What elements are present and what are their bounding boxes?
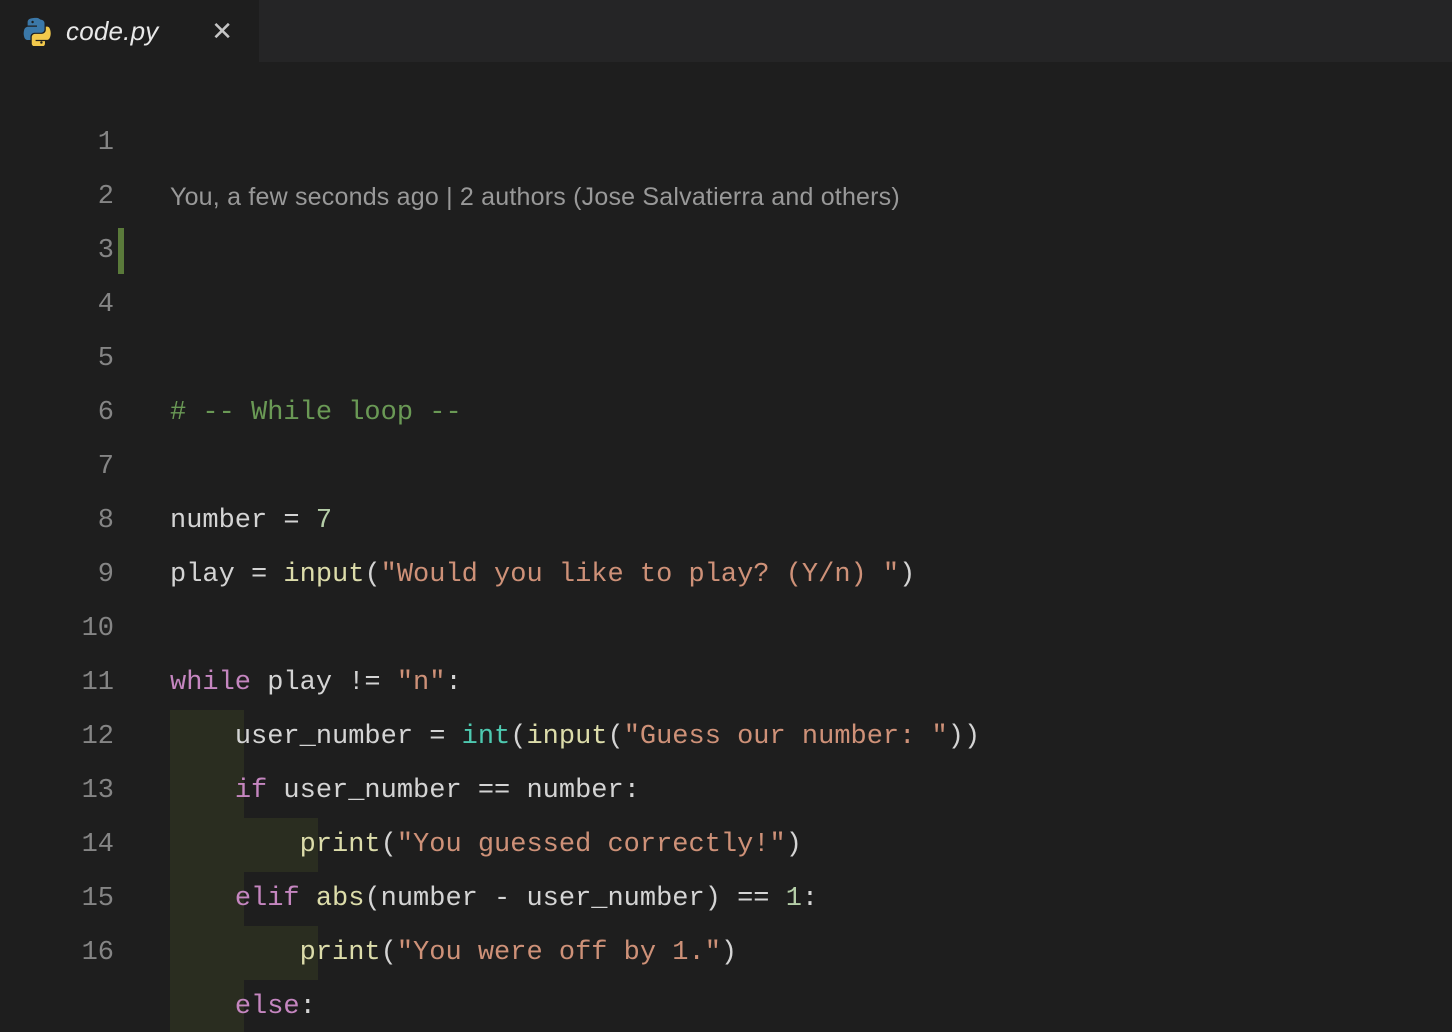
- token-call: input: [526, 722, 607, 752]
- token-func: int: [462, 722, 511, 752]
- token-paren: ): [705, 884, 721, 914]
- line-number: 11: [0, 656, 114, 710]
- python-file-icon: [22, 16, 52, 46]
- token-paren: )): [948, 722, 980, 752]
- token-num: 7: [316, 506, 332, 536]
- code-line-content: # -- While loop --: [170, 398, 462, 428]
- token-op: !=: [348, 668, 397, 698]
- code-line[interactable]: play = input("Would you like to play? (Y…: [170, 548, 1452, 602]
- line-number: 15: [0, 872, 114, 926]
- code-area[interactable]: You, a few seconds ago | 2 authors (Jose…: [150, 62, 1452, 1032]
- token-num: 1: [786, 884, 802, 914]
- line-number: 16: [0, 926, 114, 980]
- token-ident: number: [170, 506, 267, 536]
- code-line-content: play = input("Would you like to play? (Y…: [170, 560, 915, 590]
- line-number: 7: [0, 440, 114, 494]
- codelens-text: You, a few seconds ago | 2 authors (Jose…: [170, 170, 900, 224]
- token-call: print: [300, 938, 381, 968]
- token-str: "You guessed correctly!": [397, 830, 786, 860]
- line-number: 8: [0, 494, 114, 548]
- token-op: =: [413, 722, 462, 752]
- tab-close-button[interactable]: ✕: [205, 14, 239, 48]
- token-op: =: [267, 506, 316, 536]
- token-paren: (: [364, 884, 380, 914]
- token-paren: ): [786, 830, 802, 860]
- token-ident: [300, 884, 316, 914]
- token-paren: (: [510, 722, 526, 752]
- token-op: -: [478, 884, 527, 914]
- token-call: input: [283, 560, 364, 590]
- code-line[interactable]: # -- While loop --: [170, 386, 1452, 440]
- token-str: "Guess our number: ": [624, 722, 948, 752]
- token-ident: user_number: [235, 722, 413, 752]
- code-line[interactable]: print("You guessed correctly!"): [170, 818, 1452, 872]
- line-number: 3: [0, 224, 114, 278]
- token-ident: play: [170, 560, 235, 590]
- token-str: "Would you like to play? (Y/n) ": [381, 560, 899, 590]
- code-line[interactable]: [170, 440, 1452, 494]
- code-line[interactable]: elif abs(number - user_number) == 1:: [170, 872, 1452, 926]
- token-punct: :: [300, 992, 316, 1022]
- token-kw: if: [235, 776, 267, 806]
- line-number: 12: [0, 710, 114, 764]
- line-number: 14: [0, 818, 114, 872]
- gutter-spacer: [0, 62, 114, 116]
- token-paren: (: [364, 560, 380, 590]
- token-punct: :: [624, 776, 640, 806]
- token-ident: user_number: [526, 884, 704, 914]
- code-line[interactable]: print("You were off by 1."): [170, 926, 1452, 980]
- token-call: print: [300, 830, 381, 860]
- token-kw: elif: [235, 884, 300, 914]
- tab-bar: code.py ✕: [0, 0, 1452, 62]
- token-call: abs: [316, 884, 365, 914]
- token-paren: (: [607, 722, 623, 752]
- token-kw: while: [170, 668, 251, 698]
- token-ident: user_number: [267, 776, 478, 806]
- token-op: =: [235, 560, 284, 590]
- token-comment: # -- While loop --: [170, 398, 462, 428]
- code-line[interactable]: number = 7: [170, 494, 1452, 548]
- code-line-content: elif abs(number - user_number) == 1:: [170, 884, 818, 914]
- token-punct: :: [802, 884, 818, 914]
- code-line-content: number = 7: [170, 506, 332, 536]
- token-kw: else: [235, 992, 300, 1022]
- token-ident: number: [381, 884, 478, 914]
- token-op: ==: [478, 776, 527, 806]
- code-line-content: if user_number == number:: [170, 776, 640, 806]
- code-line-content: print("You guessed correctly!"): [170, 830, 802, 860]
- token-paren: ): [721, 938, 737, 968]
- line-number: 13: [0, 764, 114, 818]
- line-number: 2: [0, 170, 114, 224]
- token-str: "You were off by 1.": [397, 938, 721, 968]
- token-str: "n": [397, 668, 446, 698]
- token-punct: :: [445, 668, 461, 698]
- token-ident: play: [251, 668, 348, 698]
- token-op: ==: [721, 884, 786, 914]
- token-paren: ): [899, 560, 915, 590]
- tab-filename: code.py: [66, 16, 158, 47]
- line-number: 6: [0, 386, 114, 440]
- line-number-gutter: 12345678910111213141516: [0, 62, 150, 1032]
- code-editor[interactable]: 12345678910111213141516 You, a few secon…: [0, 62, 1452, 1032]
- token-paren: (: [381, 938, 397, 968]
- line-number: 10: [0, 602, 114, 656]
- code-line-content: user_number = int(input("Guess our numbe…: [170, 722, 980, 752]
- line-number: 1: [0, 116, 114, 170]
- token-paren: (: [381, 830, 397, 860]
- code-line-content: print("You were off by 1."): [170, 938, 737, 968]
- code-line[interactable]: user_number = int(input("Guess our numbe…: [170, 710, 1452, 764]
- code-line[interactable]: else:: [170, 980, 1452, 1032]
- code-line[interactable]: [170, 602, 1452, 656]
- editor-tab[interactable]: code.py ✕: [0, 0, 260, 62]
- code-line[interactable]: if user_number == number:: [170, 764, 1452, 818]
- line-number: 4: [0, 278, 114, 332]
- code-line-content: while play != "n":: [170, 668, 462, 698]
- codelens-annotation[interactable]: You, a few seconds ago | 2 authors (Jose…: [170, 170, 1452, 224]
- token-ident: number: [526, 776, 623, 806]
- code-line-content: else:: [170, 992, 316, 1022]
- line-number: 5: [0, 332, 114, 386]
- code-line[interactable]: while play != "n":: [170, 656, 1452, 710]
- line-number: 9: [0, 548, 114, 602]
